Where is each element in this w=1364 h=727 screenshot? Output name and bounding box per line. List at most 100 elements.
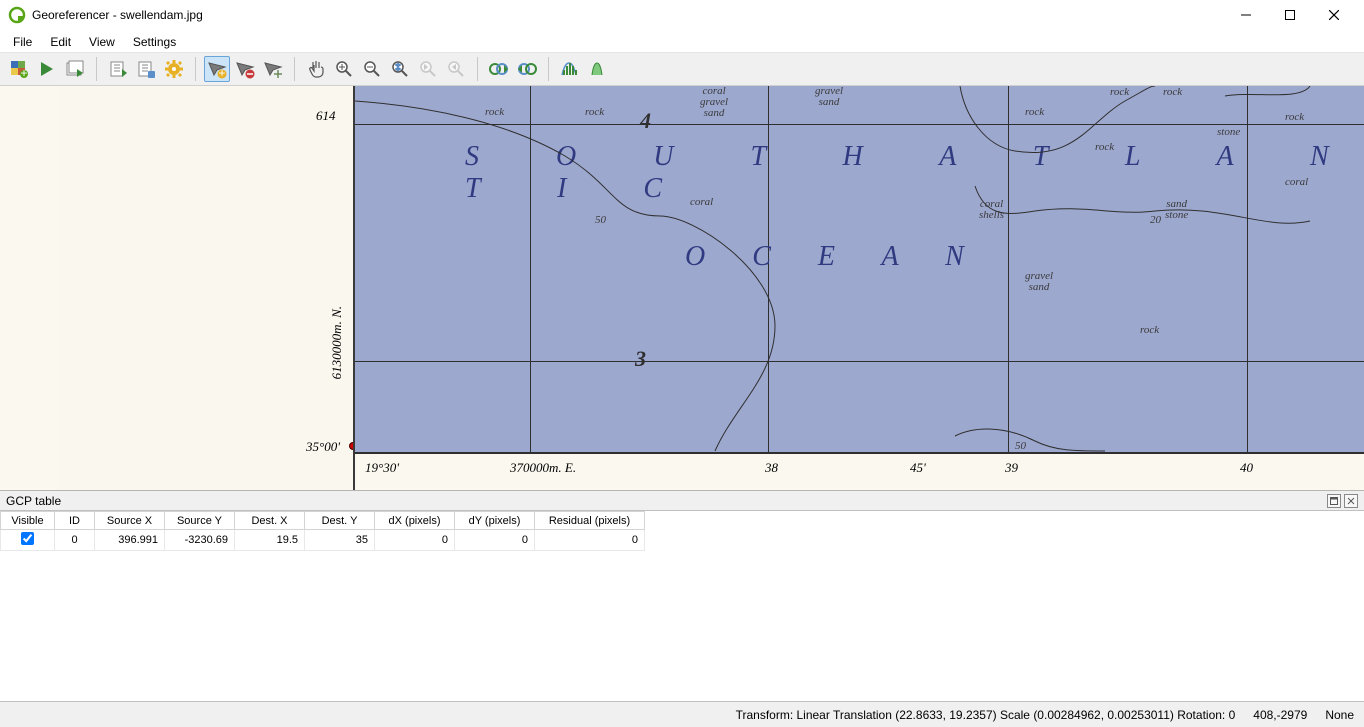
cell-destx[interactable]: 19.5 <box>235 530 305 551</box>
toolbar: + + <box>0 52 1364 86</box>
link-georef-to-qgis-button[interactable] <box>486 56 512 82</box>
map-body: 19°30' 370000m. E. 38 45' 39 40 4 3 S O … <box>353 86 1364 490</box>
axis-label-40: 40 <box>1240 460 1253 476</box>
minimize-button[interactable] <box>1224 1 1268 29</box>
th-id[interactable]: ID <box>55 512 95 530</box>
cell-dx[interactable]: 0 <box>375 530 455 551</box>
title-bar: Georeferencer - swellendam.jpg <box>0 0 1364 30</box>
cell-srcy[interactable]: -3230.69 <box>165 530 235 551</box>
status-bar: Transform: Linear Translation (22.8633, … <box>0 701 1364 727</box>
table-header-row: Visible ID Source X Source Y Dest. X Des… <box>1 512 645 530</box>
table-row[interactable]: 0 396.991 -3230.69 19.5 35 0 0 0 <box>1 530 645 551</box>
menu-settings[interactable]: Settings <box>124 32 185 52</box>
svg-text:+: + <box>20 66 27 79</box>
toolbar-separator <box>96 57 97 81</box>
maximize-button[interactable] <box>1268 1 1312 29</box>
cell-res[interactable]: 0 <box>535 530 645 551</box>
zoom-last-button[interactable] <box>415 56 441 82</box>
status-coords: 408,-2979 <box>1253 708 1307 722</box>
full-histogram-button[interactable] <box>557 56 583 82</box>
visible-checkbox[interactable] <box>21 532 34 545</box>
axis-label-45: 45' <box>910 460 926 476</box>
zoom-to-layer-button[interactable] <box>387 56 413 82</box>
ann-stone: stone <box>1217 126 1240 138</box>
cell-srcx[interactable]: 396.991 <box>95 530 165 551</box>
cell-visible[interactable] <box>1 530 55 551</box>
ann-coral-1: coral <box>690 196 713 208</box>
canvas-left-margin <box>0 86 57 490</box>
menu-edit[interactable]: Edit <box>41 32 80 52</box>
axis-label-39: 39 <box>1005 460 1018 476</box>
transformation-settings-button[interactable] <box>161 56 187 82</box>
th-visible[interactable]: Visible <box>1 512 55 530</box>
ann-gravel-sand-1: gravel sand <box>815 86 843 108</box>
menu-bar: File Edit View Settings <box>0 30 1364 52</box>
map-frame-margin: 614 6130000m. N. 35°00' <box>57 86 353 490</box>
ann-rock-3: rock <box>1025 106 1044 118</box>
axis-label-38: 38 <box>765 460 778 476</box>
window-title: Georeferencer - swellendam.jpg <box>32 8 1224 22</box>
th-res[interactable]: Residual (pixels) <box>535 512 645 530</box>
map-bottom-strip: 19°30' 370000m. E. 38 45' 39 40 <box>355 452 1364 490</box>
link-qgis-to-georef-button[interactable] <box>514 56 540 82</box>
iso-50-2: 50 <box>1015 440 1026 452</box>
delete-point-button[interactable] <box>232 56 258 82</box>
ann-gravel-sand-2: gravel sand <box>1025 271 1053 293</box>
iso-20: 20 <box>1150 214 1161 226</box>
zoom-next-button[interactable] <box>443 56 469 82</box>
close-panel-button[interactable] <box>1344 494 1358 508</box>
load-gcp-button[interactable] <box>105 56 131 82</box>
menu-file[interactable]: File <box>4 32 41 52</box>
toolbar-separator <box>294 57 295 81</box>
local-histogram-button[interactable] <box>585 56 611 82</box>
zoom-in-button[interactable] <box>331 56 357 82</box>
gcp-table[interactable]: Visible ID Source X Source Y Dest. X Des… <box>0 511 1364 701</box>
toolbar-separator <box>477 57 478 81</box>
move-point-button[interactable] <box>260 56 286 82</box>
ann-coral-shells: coral shells <box>979 199 1004 221</box>
dock-panel-button[interactable] <box>1327 494 1341 508</box>
axis-label-east-m: 370000m. E. <box>510 460 576 476</box>
gcp-panel-title: GCP table <box>6 494 61 508</box>
ann-rock-6: rock <box>1163 86 1182 98</box>
th-dy[interactable]: dY (pixels) <box>455 512 535 530</box>
ann-rock-1: rock <box>485 106 504 118</box>
menu-view[interactable]: View <box>80 32 124 52</box>
pan-button[interactable] <box>303 56 329 82</box>
map-canvas[interactable]: 614 6130000m. N. 35°00' 19°30' 370000m. … <box>0 86 1364 491</box>
generate-script-button[interactable] <box>62 56 88 82</box>
cell-dy[interactable]: 0 <box>455 530 535 551</box>
status-transform: Transform: Linear Translation (22.8633, … <box>736 708 1236 722</box>
ann-rock-8: rock <box>1140 324 1159 336</box>
ann-coral-gravel-sand: coral gravel sand <box>700 86 728 119</box>
iso-50-1: 50 <box>595 214 606 226</box>
ann-rock-5: rock <box>1110 86 1129 98</box>
toolbar-separator <box>195 57 196 81</box>
th-srcx[interactable]: Source X <box>95 512 165 530</box>
save-gcp-button[interactable] <box>133 56 159 82</box>
qgis-icon <box>8 6 26 24</box>
ann-rock-2: rock <box>585 106 604 118</box>
close-button[interactable] <box>1312 1 1356 29</box>
grid-label-614: 614 <box>316 108 336 124</box>
gcp-panel-header: GCP table <box>0 491 1364 511</box>
add-point-button[interactable]: + <box>204 56 230 82</box>
open-raster-button[interactable]: + <box>6 56 32 82</box>
toolbar-separator <box>548 57 549 81</box>
ann-coral-2: coral <box>1285 176 1308 188</box>
axis-label-lat35: 35°00' <box>306 439 340 455</box>
ann-sand-stone: sand stone <box>1165 199 1188 221</box>
th-srcy[interactable]: Source Y <box>165 512 235 530</box>
th-dx[interactable]: dX (pixels) <box>375 512 455 530</box>
svg-text:+: + <box>218 66 225 79</box>
th-desty[interactable]: Dest. Y <box>305 512 375 530</box>
axis-label-lon1930: 19°30' <box>365 460 399 476</box>
status-extra: None <box>1325 708 1354 722</box>
ann-rock-7: rock <box>1285 111 1304 123</box>
ann-rock-4: rock <box>1095 141 1114 153</box>
th-destx[interactable]: Dest. X <box>235 512 305 530</box>
start-georeferencing-button[interactable] <box>34 56 60 82</box>
cell-id[interactable]: 0 <box>55 530 95 551</box>
zoom-out-button[interactable] <box>359 56 385 82</box>
cell-desty[interactable]: 35 <box>305 530 375 551</box>
